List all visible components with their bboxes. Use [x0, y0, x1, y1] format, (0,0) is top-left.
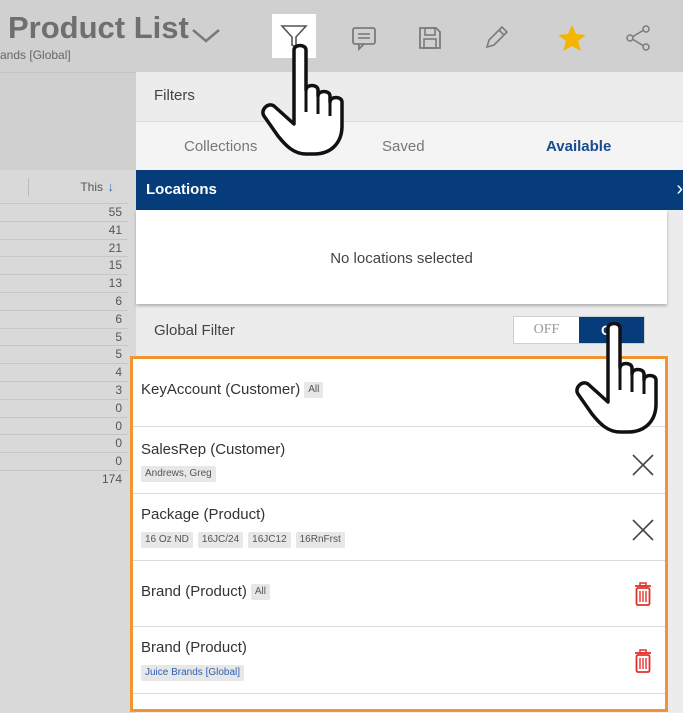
sort-down-icon: ↓ [107, 179, 115, 194]
save-icon [419, 27, 441, 49]
filter-tags: 16 Oz ND 16JC/24 16JC12 16RnFrst [141, 529, 350, 548]
data-column: This ↓ 55 41 21 15 13 6 6 5 5 4 3 0 0 0 0 174 [0, 72, 136, 713]
trash-icon[interactable] [629, 647, 657, 675]
column-header[interactable]: This ↓ [0, 170, 136, 203]
filters-header: Filters [136, 72, 683, 122]
filter-name: Brand (Product) All [141, 583, 275, 602]
filter-name: SalesRep (Customer) [141, 441, 286, 458]
value-cell: 6 [0, 292, 128, 310]
filter-name: Package (Product) [141, 506, 266, 523]
tab-collections[interactable]: Collections [184, 138, 257, 155]
share-button[interactable] [620, 20, 656, 56]
locations-empty-text: No locations selected [330, 250, 473, 267]
filter-row[interactable]: Brand (Product) All [133, 561, 665, 627]
filter-row[interactable]: Package (Product) 16 Oz ND 16JC/24 16JC12 1… [133, 494, 665, 561]
page-subtitle: ands [Global] [0, 48, 71, 62]
close-icon[interactable] [629, 516, 657, 544]
toggle-off-option[interactable]: OFF [514, 317, 579, 343]
chevron-down-icon[interactable] [189, 24, 223, 46]
star-icon [558, 25, 586, 51]
filters-tabs: Collections Saved Available [136, 122, 683, 170]
value-cell: 4 [0, 363, 128, 381]
value-cell: 0 [0, 452, 128, 470]
share-icon [626, 25, 650, 51]
pointing-hand-icon [261, 43, 344, 156]
filter-name: KeyAccount (Customer) All [141, 381, 328, 400]
filter-value-tag: 16JC12 [248, 532, 291, 548]
trash-icon[interactable] [629, 580, 657, 608]
value-cell: 5 [0, 345, 128, 363]
value-cell: 21 [0, 238, 128, 257]
locations-bar[interactable]: Locations › [136, 170, 683, 210]
locations-body: No locations selected [136, 210, 667, 304]
value-cell: 15 [0, 256, 128, 274]
filter-row[interactable]: Brand (Product) Juice Brands [Global] [133, 627, 665, 694]
filter-value-tag: 16JC/24 [197, 532, 244, 548]
value-cell: 0 [0, 416, 128, 435]
filter-all-tag: All [304, 382, 324, 398]
value-cell: 3 [0, 381, 128, 399]
value-cell: 174 [0, 470, 128, 488]
filter-value-tag: 16RnFrst [295, 532, 345, 548]
value-cell: 13 [0, 274, 128, 292]
favorite-button[interactable] [554, 20, 590, 56]
value-cell: 0 [0, 434, 128, 452]
filter-value-tag: Andrews, Greg [141, 466, 216, 482]
column-header-label: This [80, 180, 103, 194]
filter-tags: Juice Brands [Global] [141, 662, 249, 681]
pointing-hand-icon [575, 321, 658, 434]
value-cell: 0 [0, 398, 128, 417]
value-cell: 41 [0, 220, 128, 239]
tab-available[interactable]: Available [546, 138, 611, 155]
page-title: Product List [8, 10, 189, 45]
filter-name: Brand (Product) [141, 639, 247, 656]
value-cell: 6 [0, 309, 128, 328]
value-cell: 5 [0, 327, 128, 346]
chevron-right-icon: › [676, 178, 683, 200]
column-divider [28, 178, 29, 196]
filters-title: Filters [154, 87, 195, 104]
close-icon[interactable] [629, 451, 657, 479]
locations-title: Locations [146, 181, 217, 198]
edit-icon [485, 25, 509, 49]
filter-value-tag: Juice Brands [Global] [141, 665, 245, 681]
global-filter-label: Global Filter [154, 322, 235, 339]
value-cell: 55 [0, 203, 128, 221]
filter-value-tag: 16 Oz ND [141, 532, 193, 548]
tab-saved[interactable]: Saved [382, 138, 425, 155]
column-upper-area [0, 72, 136, 170]
filter-tags: Andrews, Greg [141, 463, 221, 482]
save-button[interactable] [412, 20, 448, 56]
app-root: Product List ands [Global] This ↓ 55 41 … [0, 0, 683, 713]
filter-all-tag: All [250, 584, 271, 600]
edit-button[interactable] [478, 20, 514, 56]
